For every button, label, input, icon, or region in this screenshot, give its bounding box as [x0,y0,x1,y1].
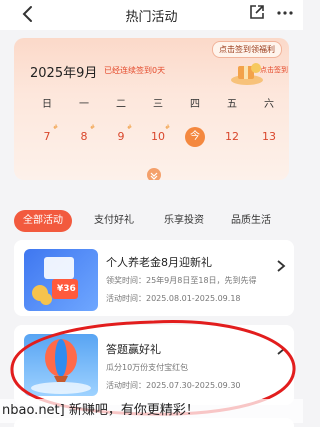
chevron-down-icon[interactable] [147,168,161,180]
tab-lifestyle[interactable]: 品质生活 [231,210,271,232]
more-icon[interactable] [276,6,294,20]
weekday: 三 [153,99,163,110]
date-row: 7 # 8 # 9 # 10 # 今 12 13 [14,124,289,150]
weekday: 日 [42,99,52,110]
date-mark: # [90,124,96,131]
activity-title: 个人养老金8月迎新礼 [106,256,212,269]
weekday: 五 [227,99,237,110]
activity-period: 活动时间：2025.08.01-2025.09.18 [106,294,241,303]
top-bar: 热门活动 [0,0,303,30]
weekday-row: 日 一 二 三 四 五 六 [14,95,289,111]
weekday: 四 [190,99,200,110]
month-label: 2025年9月 [30,66,98,81]
category-tabs: 全部活动 支付好礼 乐享投资 品质生活 [14,210,294,232]
date-cell[interactable]: 9 [111,130,131,143]
share-icon[interactable] [248,3,266,21]
weekday: 六 [264,99,274,110]
date-mark: # [165,124,171,131]
checkin-card: 2025年9月 已经连续签到0天 点击签到领福利 点击签到 日 一 二 三 四 … [14,38,289,180]
date-cell[interactable]: 7 [37,130,57,143]
pension-gift-icon [32,257,78,305]
weekday: 二 [116,99,126,110]
tab-payment[interactable]: 支付好礼 [94,210,134,232]
activity-thumbnail: ¥36 [24,249,98,311]
chevron-right-icon [277,260,286,272]
date-cell[interactable]: 8 [74,130,94,143]
tab-all[interactable]: 全部活动 [14,210,72,232]
amount-badge: ¥36 [57,284,76,294]
checkin-button[interactable]: 点击签到 [260,65,288,75]
date-cell-today[interactable]: 今 [185,127,205,147]
watermark-text: nbao.net] 新赚吧，有你更精彩！ [0,399,303,423]
activity-card[interactable]: ¥36 个人养老金8月迎新礼 领奖时间：25年9月8日至18日，先到先得 活动时… [14,240,294,316]
date-cell[interactable]: 10 [148,130,168,143]
streak-label: 已经连续签到0天 [104,66,166,75]
activity-detail: 领奖时间：25年9月8日至18日，先到先得 [106,276,257,285]
weekday: 一 [79,99,89,110]
date-cell[interactable]: 13 [259,130,279,143]
date-cell[interactable]: 12 [222,130,242,143]
tab-invest[interactable]: 乐享投资 [164,210,204,232]
date-mark: # [53,124,59,131]
date-mark: # [127,124,133,131]
